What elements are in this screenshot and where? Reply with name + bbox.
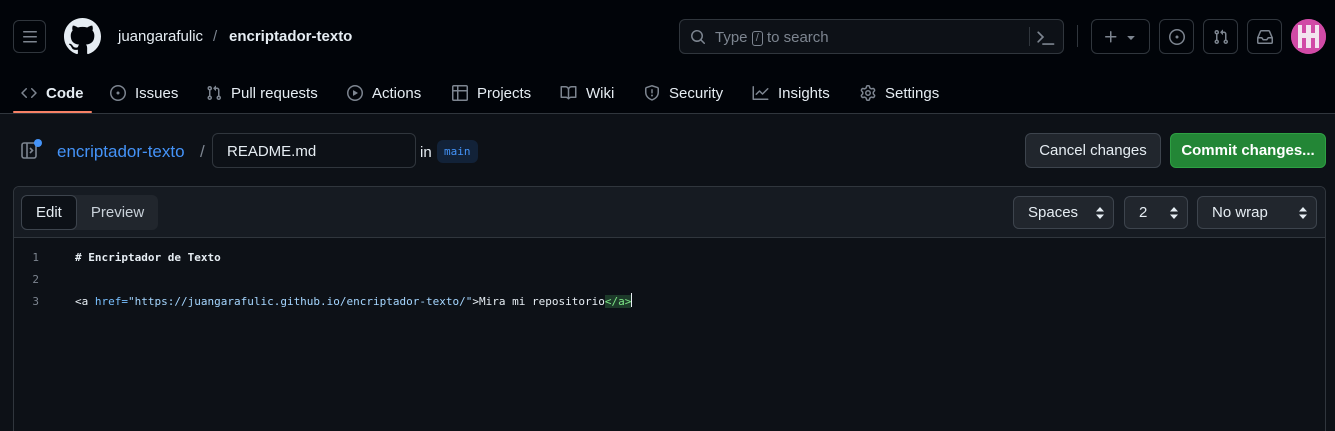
user-avatar[interactable] [1291,19,1326,54]
indent-size-value: 2 [1139,204,1148,221]
tab-wiki[interactable]: Wiki [560,72,614,114]
global-header: juangarafulic / encriptador-texto Type /… [0,0,1335,114]
tab-actions[interactable]: Actions [347,72,421,114]
tab-issues[interactable]: Issues [110,72,178,114]
header-top: juangarafulic / encriptador-texto Type /… [0,0,1335,72]
sidepanel-toggle-icon[interactable] [20,138,44,162]
editor-mode-switch: Edit Preview [21,195,159,230]
cancel-changes-button[interactable]: Cancel changes [1025,133,1161,168]
code-line: 2 [14,269,1325,291]
inbox-icon [1256,29,1273,44]
tab-pull-requests[interactable]: Pull requests [206,72,318,114]
avatar-identicon-icon [1291,19,1326,54]
code-line: 1 # Encriptador de Texto [14,247,1325,269]
text-cursor [631,293,633,307]
code-icon [21,87,37,99]
indent-mode-value: Spaces [1028,204,1079,221]
line-number: 2 [32,273,39,286]
github-logo-icon[interactable] [64,18,101,55]
select-arrows-icon [1096,207,1104,219]
git-pull-request-icon [207,85,222,101]
search-input[interactable]: Type / to search [679,19,1064,54]
triangle-down-icon [1126,35,1135,40]
tab-insights[interactable]: Insights [752,72,830,114]
tab-label: Security [669,84,724,102]
tab-code[interactable]: Code [21,72,84,114]
git-pull-request-icon [1213,29,1228,44]
graph-icon [752,86,769,100]
file-path-bar: encriptador-texto / README.md in main Ca… [0,115,1335,187]
tab-security[interactable]: Security [644,72,723,114]
branch-prefix: in [420,144,432,161]
editor-toolbar: Edit Preview Spaces 2 No wrap [14,187,1325,238]
search-placeholder: Type / to search [715,29,829,46]
line-text: # Encriptador de Texto [75,251,221,264]
indent-size-select[interactable]: 2 [1124,196,1188,229]
play-icon [347,85,363,101]
indent-mode-select[interactable]: Spaces [1013,196,1114,229]
menu-button[interactable] [13,20,46,53]
tab-projects[interactable]: Projects [452,72,531,114]
line-text: <a href="https://juangarafulic.github.io… [75,291,633,313]
tab-label: Settings [885,84,940,102]
tab-label: Wiki [586,84,615,102]
search-placeholder-prefix: Type [715,29,748,46]
code-editor: Edit Preview Spaces 2 No wrap 1 # Encrip… [13,186,1326,431]
tab-label: Projects [477,84,532,102]
plus-icon [1104,30,1116,42]
breadcrumb-separator: / [213,28,218,45]
tag-open: <a [75,295,95,308]
commit-changes-button[interactable]: Commit changes... [1170,133,1326,168]
tab-label: Insights [778,84,830,102]
close-tag-end: > [624,295,632,308]
header-divider [1077,25,1078,47]
breadcrumb-repo[interactable]: encriptador-texto [229,28,352,45]
tab-label: Actions [372,84,422,102]
search-divider [1029,27,1030,46]
active-tab-indicator [13,111,92,113]
create-new-button[interactable] [1091,19,1150,54]
repo-link[interactable]: encriptador-texto [57,142,185,162]
hamburger-icon [22,30,37,42]
wrap-mode-value: No wrap [1212,204,1268,221]
line-number: 1 [32,251,39,264]
filename-input[interactable]: README.md [212,133,416,168]
breadcrumb-owner[interactable]: juangarafulic [118,28,203,45]
tag-end: > [472,295,479,308]
inbox-button[interactable] [1247,19,1282,54]
tab-settings[interactable]: Settings [860,72,939,114]
gear-icon [860,85,876,101]
issues-button[interactable] [1159,19,1194,54]
issue-opened-icon [1168,28,1185,45]
preview-tab[interactable]: Preview [77,195,158,230]
link-content: Mira mi repositorio [479,295,605,308]
code-line: 3 <a href="https://juangarafulic.github.… [14,291,1325,313]
close-tag: </a [604,295,625,308]
search-placeholder-suffix: to search [766,29,829,46]
search-icon [691,30,706,45]
search-shortcut-key: / [751,31,763,46]
path-separator: / [200,142,205,161]
book-icon [560,85,577,100]
command-palette-icon[interactable] [1037,28,1055,46]
shield-icon [645,85,659,101]
tab-label: Issues [135,84,179,102]
select-arrows-icon [1299,207,1307,219]
issue-opened-icon [110,85,126,101]
pull-requests-button[interactable] [1203,19,1238,54]
tab-label: Code [46,84,84,102]
wrap-mode-select[interactable]: No wrap [1197,196,1317,229]
select-arrows-icon [1170,207,1178,219]
attribute-name: href= [94,295,128,308]
tab-label: Pull requests [231,84,318,102]
edit-tab[interactable]: Edit [21,195,77,230]
line-number: 3 [32,295,39,308]
repo-nav: Code Issues Pull requests Actions Projec… [0,72,1335,114]
branch-label[interactable]: main [437,140,478,163]
table-icon [452,85,468,101]
attribute-value: "https://juangarafulic.github.io/encript… [128,295,473,308]
